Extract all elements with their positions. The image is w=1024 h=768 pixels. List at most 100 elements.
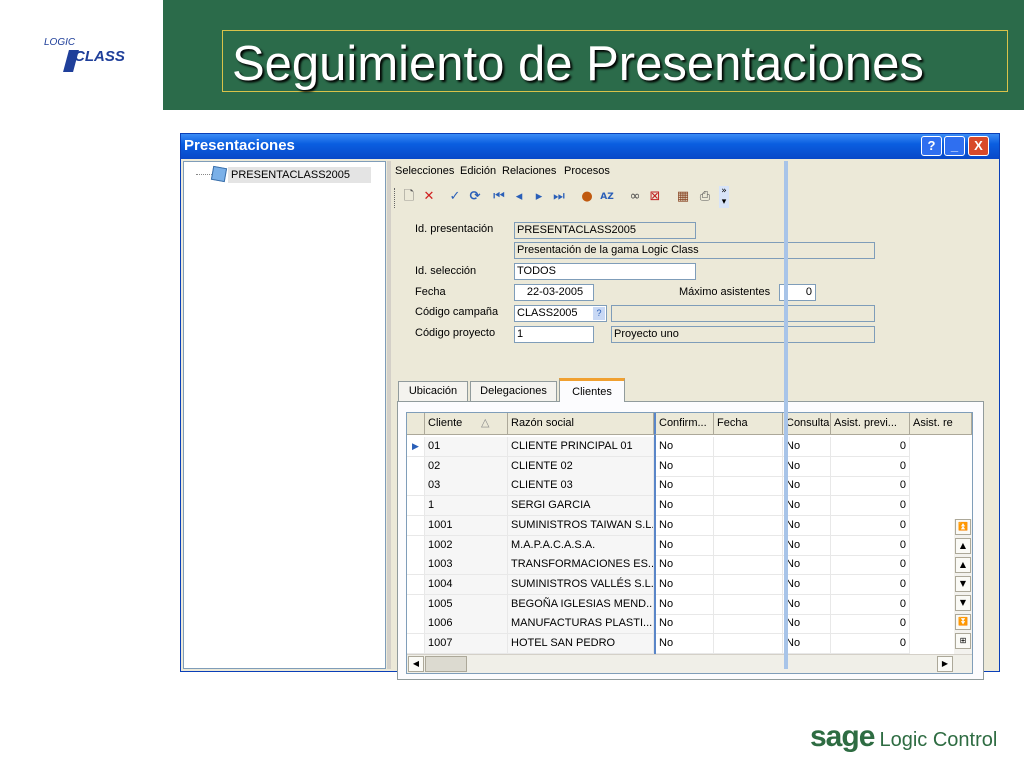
table-row[interactable]: 1001 SUMINISTROS TAIWAN S.L. No No 0: [407, 515, 953, 536]
cell-consulta[interactable]: No: [783, 634, 831, 654]
id-presentacion-field[interactable]: PRESENTACLASS2005: [514, 222, 696, 239]
cell-consulta[interactable]: No: [783, 456, 831, 477]
table-row[interactable]: 1004 SUMINISTROS VALLÉS S.L. No No 0: [407, 574, 953, 595]
cell-confirmado[interactable]: No: [656, 555, 714, 576]
row-selector[interactable]: [407, 594, 425, 615]
cell-razon-social[interactable]: TRANSFORMACIONES ES...: [508, 555, 654, 576]
menu-relaciones[interactable]: Relaciones: [502, 165, 556, 177]
window-titlebar[interactable]: Presentaciones ? _ X: [181, 134, 999, 159]
cell-consulta[interactable]: No: [783, 535, 831, 556]
id-seleccion-field[interactable]: TODOS: [514, 263, 696, 280]
cell-confirmado[interactable]: No: [656, 594, 714, 615]
menu-procesos[interactable]: Procesos: [564, 165, 610, 177]
cell-asist-previstos[interactable]: 0: [831, 496, 910, 517]
row-selector[interactable]: [407, 476, 425, 497]
cell-cliente[interactable]: 1003: [425, 555, 508, 576]
row-selector[interactable]: [407, 535, 425, 556]
glasses-icon[interactable]: ∞: [627, 189, 643, 205]
cell-fecha[interactable]: [714, 574, 783, 595]
table-row[interactable]: 1007 HOTEL SAN PEDRO No No 0: [407, 634, 953, 654]
close-button[interactable]: X: [968, 136, 989, 156]
cell-consulta[interactable]: No: [783, 594, 831, 615]
cell-cliente[interactable]: 02: [425, 456, 508, 477]
vertical-scrollbar[interactable]: ⏫ ▲ ▲ ▼ ▼ ⏬ ⊞: [954, 519, 972, 654]
row-selector[interactable]: [407, 555, 425, 576]
cell-fecha[interactable]: [714, 496, 783, 517]
filter-clear-icon[interactable]: ⊠: [647, 189, 663, 205]
row-selector[interactable]: [407, 515, 425, 536]
row-selector[interactable]: [407, 574, 425, 595]
table-row[interactable]: 1002 M.A.P.A.C.A.S.A. No No 0: [407, 535, 953, 556]
scroll-page-down-icon[interactable]: ▼: [955, 595, 971, 611]
cell-consulta[interactable]: No: [783, 614, 831, 635]
cell-fecha[interactable]: [714, 614, 783, 635]
grid-options-icon[interactable]: ⊞: [955, 633, 971, 649]
column-header-cliente[interactable]: Cliente △: [425, 413, 508, 435]
codigo-proyecto-field[interactable]: 1: [514, 326, 594, 343]
cell-cliente[interactable]: 1007: [425, 634, 508, 654]
column-header-asist-reales[interactable]: Asist. re: [910, 413, 972, 435]
row-selector[interactable]: [407, 614, 425, 635]
cell-confirmado[interactable]: No: [656, 456, 714, 477]
first-record-icon[interactable]: ⏮: [491, 189, 507, 205]
cell-cliente[interactable]: 1001: [425, 515, 508, 536]
cell-consulta[interactable]: No: [783, 555, 831, 576]
column-header-razon-social[interactable]: Razón social: [508, 413, 654, 435]
new-document-icon[interactable]: 🗋: [401, 189, 417, 205]
cell-fecha[interactable]: [714, 594, 783, 615]
sort-az-icon[interactable]: AZ: [599, 189, 615, 205]
column-header-consulta[interactable]: Consulta: [783, 413, 831, 435]
delete-icon[interactable]: ✕: [421, 189, 437, 205]
column-header-confirmado[interactable]: Confirm...: [654, 413, 714, 435]
cell-fecha[interactable]: [714, 535, 783, 556]
tree-node-presentaclass2005[interactable]: PRESENTACLASS2005: [228, 167, 371, 183]
cell-fecha[interactable]: [714, 515, 783, 536]
calendar-grid-icon[interactable]: ▦: [675, 189, 691, 205]
next-record-icon[interactable]: ▸: [531, 189, 547, 205]
cell-confirmado[interactable]: No: [656, 437, 714, 457]
cell-asist-previstos[interactable]: 0: [831, 476, 910, 497]
cell-consulta[interactable]: No: [783, 574, 831, 595]
print-icon[interactable]: ⎙: [697, 189, 713, 205]
cell-razon-social[interactable]: HOTEL SAN PEDRO: [508, 634, 654, 654]
cell-asist-previstos[interactable]: 0: [831, 456, 910, 477]
cell-fecha[interactable]: [714, 555, 783, 576]
scroll-last-icon[interactable]: ⏬: [955, 614, 971, 630]
column-header-fecha[interactable]: Fecha: [714, 413, 783, 435]
scroll-right-icon[interactable]: ▶: [937, 656, 953, 672]
cell-fecha[interactable]: [714, 456, 783, 477]
scroll-page-up-icon[interactable]: ▲: [955, 538, 971, 554]
cell-cliente[interactable]: 1004: [425, 574, 508, 595]
help-button[interactable]: ?: [921, 136, 942, 156]
proyecto-description-field[interactable]: Proyecto uno: [611, 326, 875, 343]
cell-confirmado[interactable]: No: [656, 476, 714, 497]
confirm-check-icon[interactable]: ✓: [447, 189, 463, 205]
cell-cliente[interactable]: 03: [425, 476, 508, 497]
current-row-indicator-icon[interactable]: ▶: [407, 437, 425, 457]
row-selector[interactable]: [407, 456, 425, 477]
tab-clientes[interactable]: Clientes: [559, 378, 625, 402]
fecha-field[interactable]: 22-03-2005: [514, 284, 594, 301]
cell-fecha[interactable]: [714, 437, 783, 457]
menu-edicion[interactable]: Edición: [460, 165, 496, 177]
microphone-icon[interactable]: ●: [579, 189, 595, 205]
toolbar-grip[interactable]: [394, 188, 397, 208]
scroll-up-icon[interactable]: ▲: [955, 557, 971, 573]
row-selector[interactable]: [407, 634, 425, 654]
toolbar-overflow-icon[interactable]: » ▾: [719, 186, 729, 208]
cell-cliente[interactable]: 1002: [425, 535, 508, 556]
cell-razon-social[interactable]: MANUFACTURAS PLASTI...: [508, 614, 654, 635]
cell-asist-previstos[interactable]: 0: [831, 574, 910, 595]
cell-confirmado[interactable]: No: [656, 614, 714, 635]
scroll-left-icon[interactable]: ◀: [408, 656, 424, 672]
cell-razon-social[interactable]: M.A.P.A.C.A.S.A.: [508, 535, 654, 556]
previous-record-icon[interactable]: ◂: [511, 189, 527, 205]
cell-consulta[interactable]: No: [783, 437, 831, 457]
cell-consulta[interactable]: No: [783, 476, 831, 497]
table-row[interactable]: 1 SERGI GARCIA No No 0: [407, 496, 953, 517]
cell-asist-previstos[interactable]: 0: [831, 535, 910, 556]
scroll-down-icon[interactable]: ▼: [955, 576, 971, 592]
cell-razon-social[interactable]: CLIENTE 03: [508, 476, 654, 497]
campana-description-field[interactable]: [611, 305, 875, 322]
table-row[interactable]: 03 CLIENTE 03 No No 0: [407, 476, 953, 497]
